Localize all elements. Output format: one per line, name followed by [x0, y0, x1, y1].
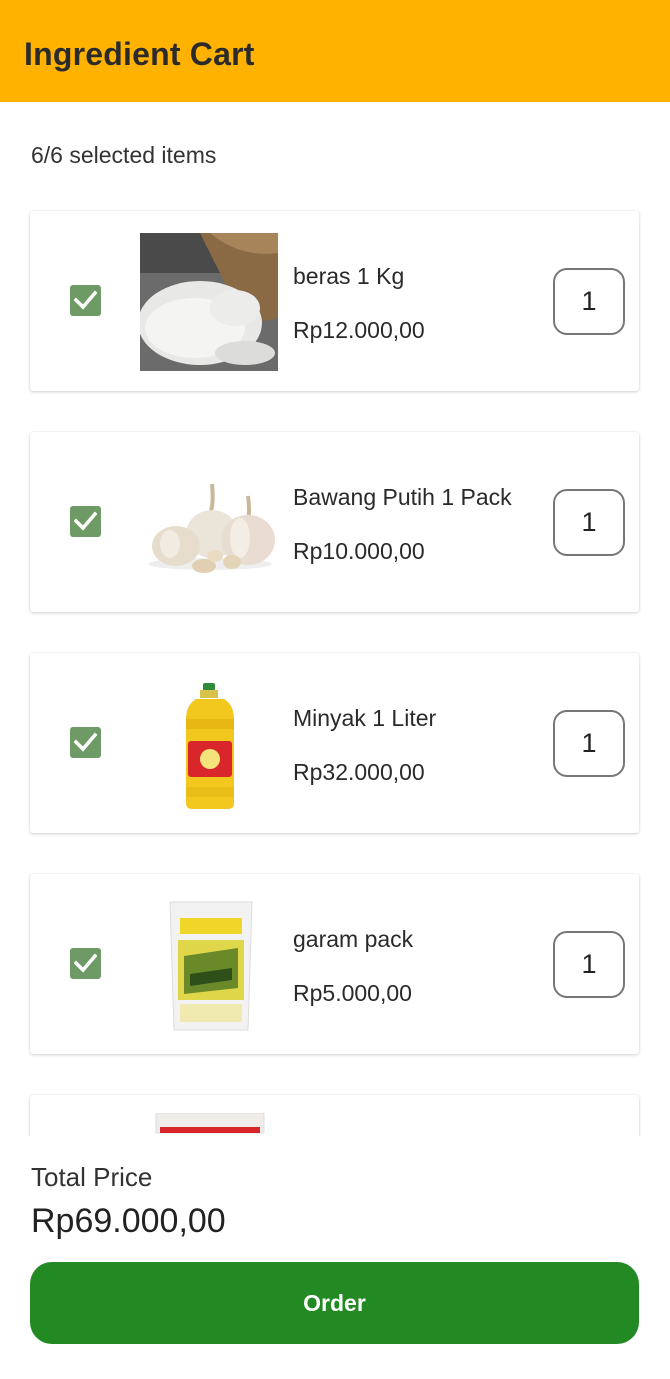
quantity-field[interactable]: 1 [553, 268, 625, 335]
item-name: garam pack [293, 926, 414, 952]
cooking-oil-image [140, 675, 278, 813]
check-icon [74, 953, 97, 973]
app-bar: Ingredient Cart [0, 0, 670, 102]
cart-item-partial[interactable] [30, 1095, 639, 1136]
quantity-field[interactable]: 1 [553, 931, 625, 998]
salt-pack-image [140, 896, 278, 1034]
quantity-field[interactable]: 1 [553, 489, 625, 556]
item-price: Rp12.000,00 [293, 317, 425, 343]
quantity-field[interactable]: 1 [553, 710, 625, 777]
cart-list[interactable]: beras 1 Kg Rp12.000,00 1 Bawang Putih 1 … [0, 190, 670, 1136]
cart-item-garlic[interactable]: Bawang Putih 1 Pack Rp10.000,00 1 [30, 432, 639, 612]
page-title: Ingredient Cart [24, 36, 255, 72]
item-checkbox[interactable] [70, 506, 101, 537]
selected-count: 6/6 selected items [31, 142, 217, 168]
item-name: beras 1 Kg [293, 263, 405, 289]
item-name: Bawang Putih 1 Pack [293, 484, 512, 510]
total-price-value: Rp69.000,00 [31, 1202, 226, 1240]
cart-item-cooking-oil[interactable]: Minyak 1 Liter Rp32.000,00 1 [30, 653, 639, 833]
item-checkbox[interactable] [70, 948, 101, 979]
cart-item-salt[interactable]: garam pack Rp5.000,00 1 [30, 874, 639, 1054]
check-icon [74, 511, 97, 531]
check-icon [74, 732, 97, 752]
total-price-label: Total Price [31, 1162, 153, 1192]
item-price: Rp5.000,00 [293, 980, 412, 1006]
order-button[interactable]: Order [30, 1262, 639, 1344]
rice-image [140, 233, 278, 371]
garlic-image [140, 454, 278, 592]
product-image [140, 1113, 278, 1136]
cart-item-rice[interactable]: beras 1 Kg Rp12.000,00 1 [30, 211, 639, 391]
check-icon [74, 290, 97, 310]
item-checkbox[interactable] [70, 727, 101, 758]
item-checkbox[interactable] [70, 285, 101, 316]
item-price: Rp10.000,00 [293, 538, 425, 564]
item-name: Minyak 1 Liter [293, 705, 437, 731]
item-price: Rp32.000,00 [293, 759, 425, 785]
